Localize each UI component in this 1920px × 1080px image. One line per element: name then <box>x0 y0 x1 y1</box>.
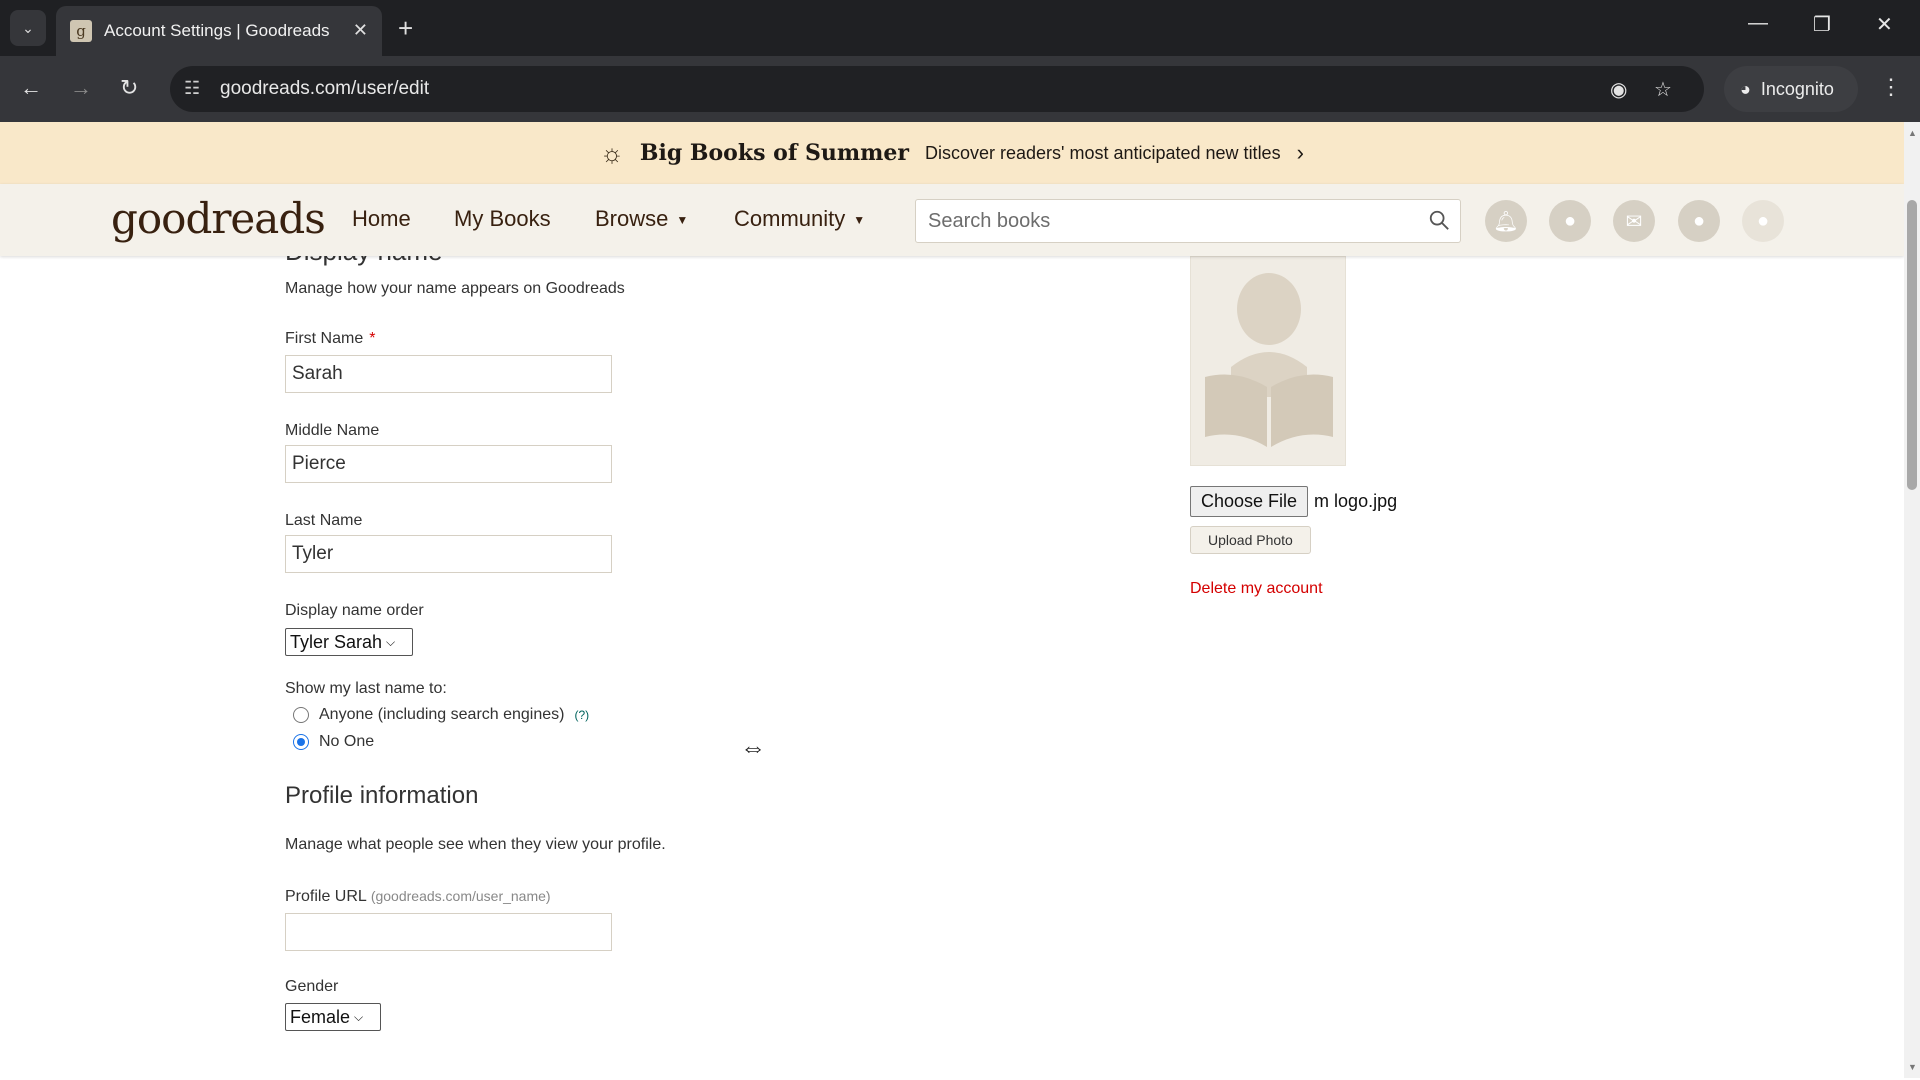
display-name-description: Manage how your name appears on Goodread… <box>285 280 625 297</box>
nav-community-label: Community <box>734 206 846 231</box>
choose-file-button[interactable]: Choose File <box>1190 486 1309 517</box>
restore-icon[interactable]: ❐ <box>1813 12 1831 37</box>
search-input[interactable] <box>916 200 1460 242</box>
middle-name-input[interactable] <box>285 445 612 483</box>
caret-down-icon: ▼ <box>676 213 689 228</box>
goodreads-logo[interactable]: goodreads <box>111 194 326 243</box>
sun-books-icon: ☼ <box>600 137 624 168</box>
radio-no-one[interactable]: No One <box>293 733 374 751</box>
close-window-icon[interactable]: ✕ <box>1876 12 1893 37</box>
profile-photo-placeholder <box>1190 256 1346 466</box>
chevron-down-icon: ⌵ <box>386 634 396 649</box>
radio-button[interactable] <box>293 707 309 723</box>
nav-browse-label: Browse <box>595 206 669 231</box>
nav-home[interactable]: Home <box>352 206 411 232</box>
required-mark: * <box>369 330 376 347</box>
tab-search-button[interactable]: ⌄ <box>10 10 46 46</box>
profile-info-heading: Profile information <box>285 782 479 809</box>
gender-select[interactable]: Female ⌵ <box>285 1003 381 1031</box>
incognito-icon: ◕ <box>1740 78 1751 99</box>
incognito-label: Incognito <box>1760 78 1834 99</box>
close-tab-icon[interactable]: ✕ <box>353 20 368 41</box>
chevron-down-icon: ⌄ <box>22 19 34 36</box>
address-bar[interactable]: ☷ goodreads.com/user/edit ◉ ☆ <box>170 66 1704 112</box>
tab-title: Account Settings | Goodreads <box>104 21 330 40</box>
delete-account-link[interactable]: Delete my account <box>1190 580 1323 598</box>
profile-info-description: Manage what people see when they view yo… <box>285 836 666 853</box>
eye-off-icon[interactable]: ◉ <box>1610 77 1627 102</box>
resize-cursor-icon: ⇔ <box>740 732 766 762</box>
gender-value: Female <box>290 1006 351 1027</box>
browser-tab[interactable]: g Account Settings | Goodreads ✕ <box>56 6 382 56</box>
chosen-file-name: m logo.jpg <box>1314 491 1398 511</box>
promo-banner[interactable]: ☼ Big Books of Summer Discover readers' … <box>0 122 1904 184</box>
discussions-icon[interactable]: ● <box>1549 200 1591 242</box>
first-name-input[interactable] <box>285 355 612 393</box>
new-tab-icon[interactable]: + <box>398 12 413 44</box>
profile-url-label: Profile URL (goodreads.com/user_name) <box>285 888 551 906</box>
browser-tabbar: ⌄ g Account Settings | Goodreads ✕ + — ❐… <box>0 0 1920 56</box>
web-page: ☼ Big Books of Summer Discover readers' … <box>0 122 1904 1078</box>
url-text: goodreads.com/user/edit <box>220 78 430 99</box>
last-name-input[interactable] <box>285 535 612 573</box>
profile-url-hint: (goodreads.com/user_name) <box>370 888 551 904</box>
chevron-down-icon: ⌵ <box>354 1009 364 1024</box>
radio-button-selected[interactable] <box>293 734 309 750</box>
site-settings-icon[interactable]: ☷ <box>184 78 200 99</box>
banner-title: Big Books of Summer <box>639 140 909 166</box>
search-icon[interactable] <box>1428 209 1450 231</box>
reload-icon[interactable]: ↻ <box>120 74 138 102</box>
settings-content: Display name Manage how your name appear… <box>0 236 1904 1078</box>
site-header: goodreads Home My Books Browse ▼ Communit… <box>0 184 1904 256</box>
middle-name-label: Middle Name <box>285 422 380 439</box>
profile-url-label-text: Profile URL <box>285 888 367 905</box>
profile-url-input[interactable] <box>285 913 612 951</box>
last-name-label: Last Name <box>285 512 363 529</box>
upload-photo-button[interactable]: Upload Photo <box>1190 526 1311 554</box>
nav-my-books[interactable]: My Books <box>454 206 551 232</box>
banner-subtitle: Discover readers' most anticipated new t… <box>924 142 1281 163</box>
display-order-label: Display name order <box>285 602 424 619</box>
help-link[interactable]: (?) <box>574 708 589 722</box>
radio-no-one-label: No One <box>319 733 375 750</box>
page-scrollbar[interactable]: ▲ ▼ <box>1904 122 1920 1078</box>
scroll-down-icon[interactable]: ▼ <box>1908 1062 1917 1072</box>
back-icon[interactable]: ← <box>20 74 42 102</box>
gender-label: Gender <box>285 978 339 995</box>
minimize-icon[interactable]: — <box>1748 12 1768 35</box>
favicon-icon: g <box>70 20 92 42</box>
show-last-name-label: Show my last name to: <box>285 680 447 697</box>
display-order-value: Tyler Sarah <box>290 631 383 652</box>
display-order-select[interactable]: Tyler Sarah ⌵ <box>285 628 413 656</box>
scrollbar-thumb[interactable] <box>1907 200 1917 490</box>
reader-silhouette-icon <box>1205 273 1333 447</box>
nav-browse[interactable]: Browse ▼ <box>595 206 688 232</box>
browser-toolbar: ← → ↻ ☷ goodreads.com/user/edit ◉ ☆ ◕ In… <box>0 56 1920 122</box>
search-box <box>915 199 1461 243</box>
browser-menu-icon[interactable]: ⋮ <box>1880 74 1902 100</box>
radio-anyone[interactable]: Anyone (including search engines) (?) <box>293 706 589 724</box>
messages-mail-icon[interactable]: ✉ <box>1613 200 1655 242</box>
radio-anyone-label: Anyone (including search engines) <box>319 706 565 723</box>
forward-icon[interactable]: → <box>70 74 92 102</box>
chevron-right-icon: › <box>1296 140 1304 165</box>
nav-community[interactable]: Community ▼ <box>734 206 865 232</box>
scroll-up-icon[interactable]: ▲ <box>1908 128 1917 138</box>
incognito-badge[interactable]: ◕ Incognito <box>1724 66 1858 112</box>
notifications-bell-icon[interactable]: 🔔︎ <box>1485 200 1527 242</box>
first-name-label: First Name * <box>285 330 375 348</box>
profile-avatar-icon[interactable]: ● <box>1742 200 1784 242</box>
first-name-label-text: First Name <box>285 330 364 347</box>
friends-icon[interactable]: ● <box>1678 200 1720 242</box>
caret-down-icon: ▼ <box>853 213 866 228</box>
file-chooser: Choose File m logo.jpg <box>1190 486 1397 517</box>
bookmark-star-icon[interactable]: ☆ <box>1654 77 1672 102</box>
